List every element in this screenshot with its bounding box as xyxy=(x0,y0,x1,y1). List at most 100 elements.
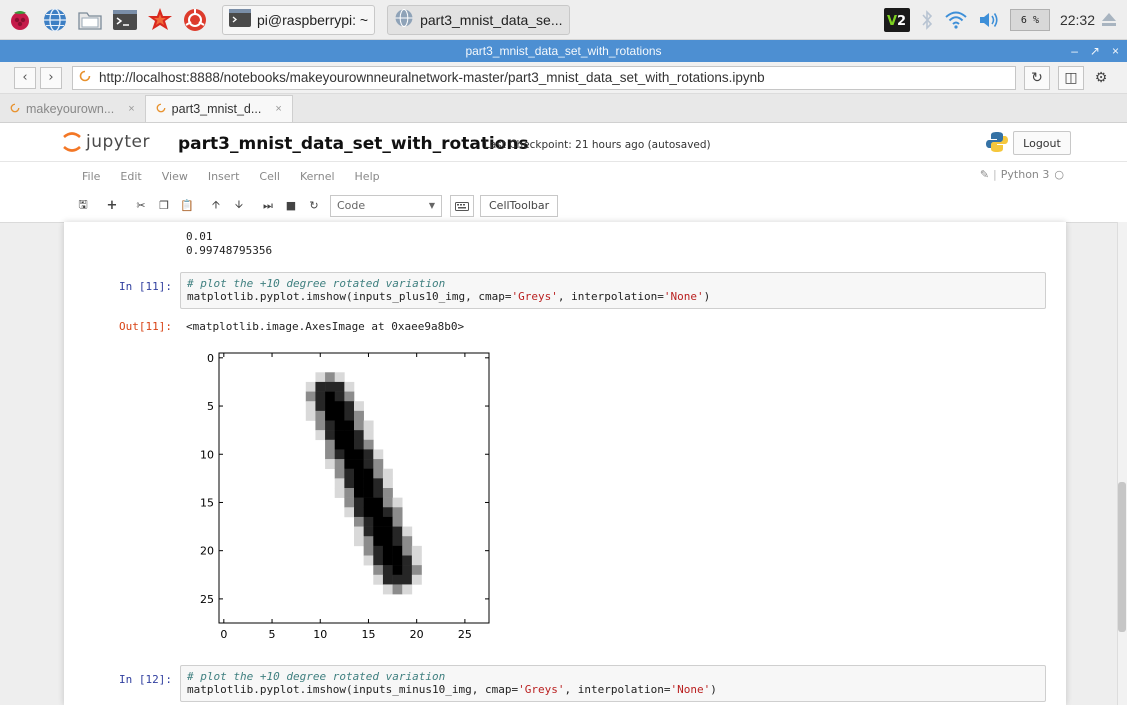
close-button[interactable]: × xyxy=(1112,40,1119,62)
cut-button[interactable]: ✂ xyxy=(130,195,152,217)
heatmap-pixel xyxy=(363,516,374,527)
loading-spinner-icon xyxy=(156,102,166,116)
reload-icon: ↻ xyxy=(1031,69,1043,86)
run-button[interactable]: ⏭ xyxy=(257,195,279,217)
interrupt-button[interactable]: ■ xyxy=(280,195,302,217)
tab-part3-mnist[interactable]: part3_mnist_d... × xyxy=(144,95,293,122)
arrow-down-icon: 🡫 xyxy=(235,198,243,211)
notebook-toolbar: 🖫 + ✂ ❐ 📋 🡩 🡫 ⏭ ■ ↻ Code ▼ CellToolbar xyxy=(72,193,559,218)
taskbar-item-browser[interactable]: part3_mnist_data_se... xyxy=(387,4,570,35)
menu-insert[interactable]: Insert xyxy=(208,170,240,183)
kernel-indicator[interactable]: ✎ | Python 3 ○ xyxy=(980,168,1064,181)
x-tick-label: 10 xyxy=(313,628,327,641)
menu-help[interactable]: Help xyxy=(355,170,380,183)
forward-button[interactable]: › xyxy=(40,66,62,89)
page-scrollbar[interactable] xyxy=(1117,222,1127,705)
heatmap-pixel xyxy=(373,516,384,527)
volume-icon[interactable] xyxy=(978,10,1000,30)
url-input[interactable]: http://localhost:8888/notebooks/makeyour… xyxy=(72,65,1016,90)
bluetooth-icon[interactable] xyxy=(920,9,934,31)
heatmap-pixel xyxy=(402,565,413,576)
heatmap-pixel xyxy=(363,497,374,508)
heatmap-pixel xyxy=(382,478,393,489)
plus-icon: + xyxy=(106,198,118,213)
heatmap-pixel xyxy=(363,545,374,556)
globe-browser-icon[interactable] xyxy=(40,5,70,35)
back-button[interactable]: ‹ xyxy=(14,66,36,89)
wifi-icon[interactable] xyxy=(944,10,968,30)
celltoolbar-button[interactable]: CellToolbar xyxy=(480,194,559,217)
heatmap-pixel xyxy=(344,468,355,479)
menu-view[interactable]: View xyxy=(162,170,188,183)
tab-bar: makeyourown... × part3_mnist_d... × xyxy=(0,94,1127,123)
insert-cell-button[interactable]: + xyxy=(101,195,123,217)
reader-button[interactable]: ◫ xyxy=(1058,65,1084,90)
taskbar-item-label: part3_mnist_data_se... xyxy=(420,11,563,28)
code-cell-11[interactable]: # plot the +10 degree rotated variation … xyxy=(180,272,1046,309)
heatmap-pixel xyxy=(344,449,355,460)
heatmap-pixel xyxy=(354,449,364,460)
heatmap-pixel xyxy=(354,401,364,412)
heatmap-pixel xyxy=(354,488,364,498)
cell-type-select[interactable]: Code ▼ xyxy=(330,194,442,217)
heatmap-pixel xyxy=(344,391,355,402)
wolfram-icon[interactable] xyxy=(180,5,210,35)
clock[interactable]: 22:32 xyxy=(1060,12,1095,28)
restart-button[interactable]: ↻ xyxy=(303,195,325,217)
heatmap-pixel xyxy=(325,449,336,460)
eject-icon[interactable] xyxy=(1101,11,1117,29)
heatmap-pixel xyxy=(334,430,345,441)
window-titlebar: part3_mnist_data_set_with_rotations – ↗ … xyxy=(0,40,1127,62)
heatmap-pixel xyxy=(315,430,326,441)
move-up-button[interactable]: 🡩 xyxy=(205,195,227,217)
python-logo-icon xyxy=(986,131,1008,157)
paste-icon: 📋 xyxy=(180,199,194,212)
heatmap-pixel xyxy=(382,555,393,566)
tab-close-icon[interactable]: × xyxy=(275,103,281,115)
heatmap-pixel xyxy=(392,516,403,527)
reload-button[interactable]: ↻ xyxy=(1024,65,1050,90)
heatmap-pixel xyxy=(382,526,393,537)
scrollbar-thumb[interactable] xyxy=(1118,482,1126,632)
raspberry-menu-icon[interactable] xyxy=(5,5,35,35)
chevron-left-icon: ‹ xyxy=(22,70,28,85)
maximize-button[interactable]: ↗ xyxy=(1090,40,1100,62)
heatmap-pixel xyxy=(382,536,393,547)
menu-cell[interactable]: Cell xyxy=(259,170,280,183)
notebook-title[interactable]: part3_mnist_data_set_with_rotations xyxy=(178,134,529,154)
restart-icon: ↻ xyxy=(309,199,319,212)
menu-edit[interactable]: Edit xyxy=(120,170,141,183)
jupyter-logo[interactable]: jupyter xyxy=(62,131,150,153)
heatmap-pixel xyxy=(392,584,403,595)
tab-makeyourown[interactable]: makeyourown... × xyxy=(0,95,145,122)
heatmap-pixel xyxy=(344,439,355,450)
code-comment: # plot the +10 degree rotated variation xyxy=(187,277,446,290)
code-line: matplotlib.pyplot.imshow(inputs_plus10_i… xyxy=(187,290,711,303)
menu-file[interactable]: File xyxy=(82,170,100,183)
heatmap-pixel xyxy=(344,430,355,441)
heatmap-pixel xyxy=(392,536,403,547)
system-taskbar: pi@raspberrypi: ~ part3_mnist_data_se...… xyxy=(0,0,1127,40)
heatmap-pixel xyxy=(344,488,355,498)
save-button[interactable]: 🖫 xyxy=(72,195,94,217)
minimize-button[interactable]: – xyxy=(1071,40,1078,62)
taskbar-item-terminal[interactable]: pi@raspberrypi: ~ xyxy=(222,4,376,35)
vnc-icon[interactable]: V2 xyxy=(883,8,910,32)
settings-button[interactable]: ⚙ xyxy=(1088,66,1114,90)
heatmap-pixel xyxy=(373,555,384,566)
code-cell-12[interactable]: # plot the +10 degree rotated variation … xyxy=(180,665,1046,702)
file-manager-icon[interactable] xyxy=(75,5,105,35)
tab-close-icon[interactable]: × xyxy=(128,103,134,115)
mathematica-icon[interactable] xyxy=(145,5,175,35)
cpu-monitor[interactable]: 6 % xyxy=(1009,9,1050,31)
menu-kernel[interactable]: Kernel xyxy=(300,170,335,183)
logout-button[interactable]: Logout xyxy=(1013,131,1071,155)
copy-button[interactable]: ❐ xyxy=(153,195,175,217)
terminal-icon[interactable] xyxy=(110,5,140,35)
paste-button[interactable]: 📋 xyxy=(176,195,198,217)
heatmap-pixel xyxy=(363,468,374,479)
move-down-button[interactable]: 🡫 xyxy=(228,195,250,217)
command-palette-button[interactable] xyxy=(450,194,474,217)
heatmap-pixel xyxy=(373,468,384,479)
svg-text:2: 2 xyxy=(897,14,906,29)
